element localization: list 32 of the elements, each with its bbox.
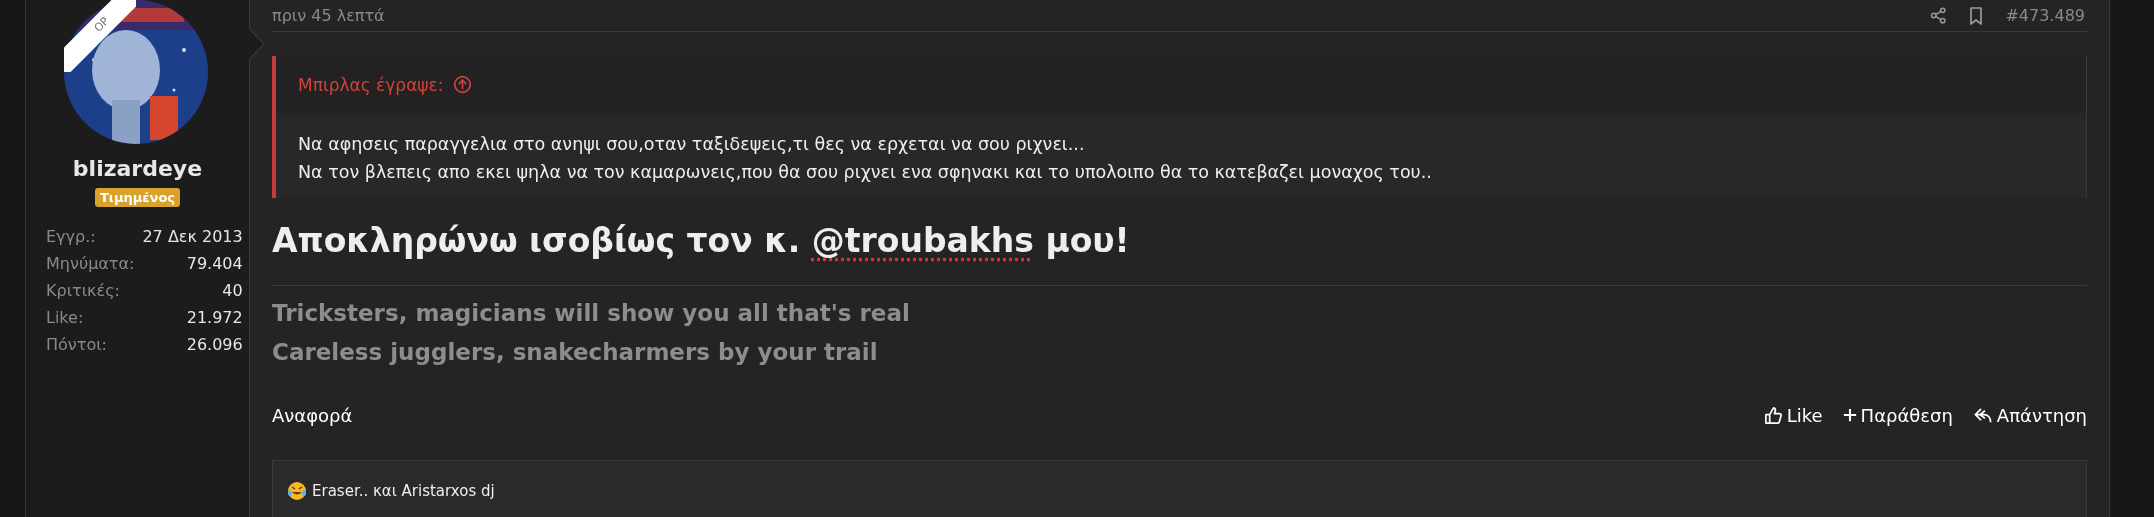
stat-value: 79.404 (185, 254, 243, 273)
laughing-emoji-icon[interactable] (287, 481, 307, 501)
bookmark-icon[interactable] (1969, 6, 1984, 25)
stat-label: Μηνύματα: (46, 254, 135, 273)
thumbs-up-icon (1763, 405, 1783, 425)
user-mention-link[interactable]: @troubakhs (811, 221, 1034, 260)
signature-text: Careless jugglers, snakecharmers by your trail (272, 338, 879, 367)
stat-value: 21.972 (185, 308, 243, 327)
signature-text: Tricksters, magicians will show you all that's real (272, 299, 911, 328)
stat-label: Πόντοι: (46, 335, 108, 354)
user-title-badge: Τιμημένος (94, 188, 181, 207)
share-icon[interactable] (1930, 7, 1948, 24)
plus-button[interactable]: Παράθεση (1842, 404, 1953, 426)
stat-value: 40 (221, 281, 243, 300)
stat-label: Εγγρ.: (46, 227, 97, 246)
arrow-up-circle-icon[interactable] (453, 75, 473, 94)
quote-text: Να αφησεις παραγγελια στο ανηψι σου,οταν ταξιδεψεις,τι θες να ερχεται να σου ριχνει... (298, 133, 1086, 156)
stat-value: 26.096 (185, 335, 243, 354)
post-number[interactable]: #473.489 (2005, 6, 2085, 25)
stat-label: Like: (46, 308, 85, 327)
reaction-users-link[interactable]: Eraser.. και Aristarxos dj (312, 482, 495, 500)
post-heading: Αποκληρώνω ισοβίως τον κ. @troubakhs μου! (272, 220, 1131, 262)
plus-icon (1842, 408, 1857, 422)
reply-icon (1972, 405, 1993, 425)
thumbs-up-button[interactable]: Like (1763, 404, 1823, 426)
post-time[interactable]: πριν 45 λεπτά (272, 6, 385, 25)
report-link[interactable]: Αναφορά (272, 404, 353, 426)
reply-button[interactable]: Απάντηση (1972, 404, 2087, 426)
stat-label: Κριτικές: (46, 281, 121, 300)
quote-text: Να τον βλεπεις απο εκει ψηλα να τον καμαρωνεις,που θα σου ριχνει ενα σφηνακι και το υπολοιπο θα το κατεβαζει μοναχος του.. (298, 161, 1433, 184)
username[interactable]: blizardeye (26, 156, 249, 181)
stat-value: 27 Δεκ 2013 (142, 227, 243, 246)
